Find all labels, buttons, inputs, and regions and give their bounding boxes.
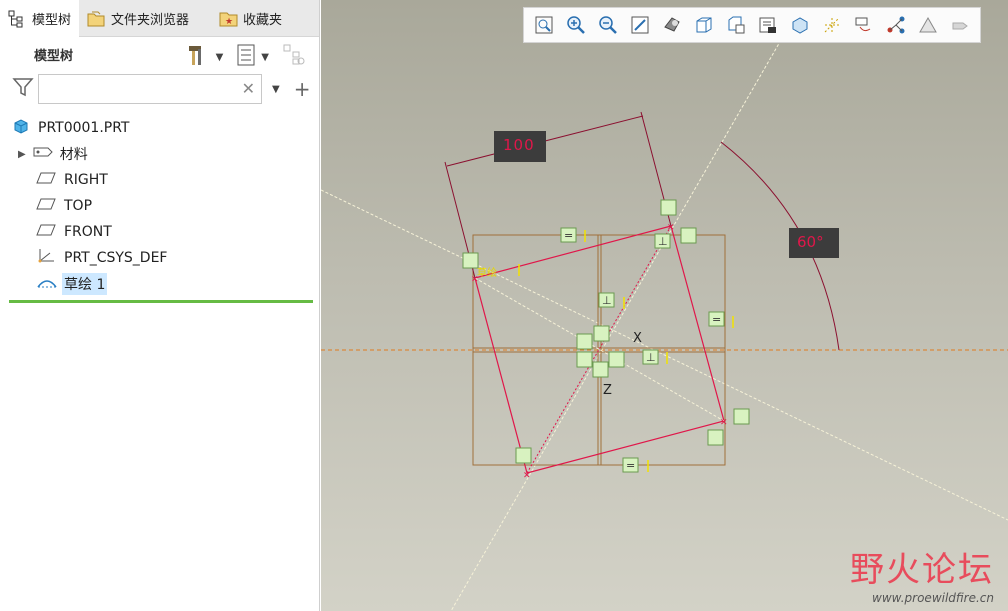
sketch-name-label: 草绘: [477, 268, 497, 279]
perspective-icon[interactable]: [788, 13, 812, 37]
tree-item-sketch[interactable]: 草绘 1: [0, 271, 319, 297]
tree-item-material[interactable]: ▶ 材料: [0, 141, 319, 167]
watermark-url: www.proewildfire.cn: [872, 591, 994, 605]
model-tree-icon: [8, 10, 26, 28]
saved-view-icon[interactable]: [692, 13, 716, 37]
watermark-logo: 野火论坛 www.proewildfire.cn: [850, 542, 994, 605]
zoom-fit-icon[interactable]: [532, 13, 556, 37]
sketch-graphics: ✕ ✕ ✕ ✕ = = = ⊥ ⊥ ⊥: [321, 39, 1008, 611]
reorient-icon[interactable]: [948, 13, 972, 37]
dim-length-value[interactable]: 100: [503, 136, 535, 154]
chevron-down-icon[interactable]: ▼: [272, 84, 280, 95]
datum-plane-icon: [36, 222, 56, 242]
chevron-down-icon[interactable]: ▼: [261, 52, 269, 63]
model-tree-panel: 模型树 文件夹浏览器 ★ 收藏夹 模型树 ▼ ▼ ✕ ▼ + PRT0001.P…: [0, 0, 320, 611]
tree-item-label: 材料: [59, 147, 88, 163]
csys-icon: [36, 247, 56, 269]
sketch-display-icon[interactable]: [916, 13, 940, 37]
tree-item-top[interactable]: TOP: [0, 193, 319, 219]
material-icon: [32, 144, 54, 164]
tab-model-tree[interactable]: 模型树: [0, 0, 80, 37]
tree-settings-icon[interactable]: [186, 43, 212, 71]
search-input[interactable]: [43, 76, 233, 102]
vertex-marker: ✕: [523, 471, 531, 481]
show-list-icon[interactable]: [235, 43, 257, 71]
shaded-display-icon[interactable]: [660, 13, 684, 37]
axis-x-label: X: [633, 331, 642, 346]
datum-plane-icon: [36, 196, 56, 216]
graphics-toolbar: [523, 7, 981, 43]
hidden-items-icon[interactable]: [281, 43, 307, 71]
filter-icon[interactable]: [12, 76, 34, 102]
tree-item-csys[interactable]: PRT_CSYS_DEF: [0, 245, 319, 271]
tree-title: 模型树: [34, 48, 74, 64]
view-manager-icon[interactable]: [724, 13, 748, 37]
svg-text:⊥: ⊥: [646, 351, 656, 364]
tree-item-label: PRT_CSYS_DEF: [64, 250, 168, 266]
watermark-title: 野火论坛: [850, 550, 994, 590]
svg-text:⊥: ⊥: [658, 235, 668, 248]
tab-label: 收藏夹: [243, 13, 283, 28]
zoom-out-icon[interactable]: [596, 13, 620, 37]
tree-item-label: TOP: [64, 198, 93, 214]
tab-folder-browser[interactable]: 文件夹浏览器: [79, 0, 211, 37]
favorites-icon: ★: [219, 10, 238, 28]
tree-item-right[interactable]: RIGHT: [0, 167, 319, 193]
insert-indicator: [9, 300, 313, 303]
tree-item-label: FRONT: [64, 224, 112, 240]
constraint-ticks: [518, 230, 734, 472]
tab-label: 模型树: [32, 13, 72, 28]
add-icon[interactable]: +: [294, 77, 311, 101]
svg-text:⊥: ⊥: [602, 294, 612, 307]
tab-label: 文件夹浏览器: [111, 13, 190, 28]
spin-center-icon[interactable]: [884, 13, 908, 37]
tree-item-label: RIGHT: [64, 172, 108, 188]
datum-display-icon[interactable]: [820, 13, 844, 37]
close-icon[interactable]: ✕: [242, 79, 255, 98]
svg-text:★: ★: [225, 17, 233, 27]
search-box: ✕: [38, 74, 262, 104]
constraint-markers: = = = ⊥ ⊥ ⊥: [462, 199, 750, 473]
expand-arrow-icon[interactable]: ▶: [18, 149, 26, 160]
zoom-in-icon[interactable]: [564, 13, 588, 37]
construction-line-steep: [450, 39, 782, 611]
model-tree: PRT0001.PRT ▶ 材料 RIGHT TOP FRONT PRT_CSY…: [0, 115, 319, 297]
tree-item-label: PRT0001.PRT: [38, 120, 130, 136]
repaint-icon[interactable]: [628, 13, 652, 37]
svg-text:=: =: [564, 229, 573, 242]
dim-angle-value[interactable]: 60°: [797, 233, 824, 251]
tree-header-tools: ▼ ▼: [186, 43, 307, 71]
axis-z-label: Z: [603, 383, 612, 398]
annotation-display-icon[interactable]: [852, 13, 876, 37]
section-icon[interactable]: [756, 13, 780, 37]
graphics-window[interactable]: ✕ ✕ ✕ ✕ = = = ⊥ ⊥ ⊥ 100 60° X Z 草绘 野火论坛 …: [321, 0, 1008, 611]
chevron-down-icon[interactable]: ▼: [216, 52, 224, 63]
svg-text:=: =: [712, 313, 721, 326]
sketch-icon: [36, 273, 58, 295]
tree-item-label: 草绘 1: [62, 273, 108, 295]
tree-item-front[interactable]: FRONT: [0, 219, 319, 245]
part-icon: [12, 117, 30, 139]
vertex-marker: ✕: [720, 418, 728, 428]
tree-header: 模型树 ▼ ▼: [0, 37, 319, 71]
tab-favorites[interactable]: ★ 收藏夹: [211, 0, 290, 37]
tree-item-part[interactable]: PRT0001.PRT: [0, 115, 319, 141]
filter-row: ✕ ▼ +: [0, 71, 319, 107]
panel-tabs: 模型树 文件夹浏览器 ★ 收藏夹: [0, 0, 319, 37]
folder-browser-icon: [87, 10, 105, 28]
datum-plane-icon: [36, 170, 56, 190]
svg-text:=: =: [626, 459, 635, 472]
